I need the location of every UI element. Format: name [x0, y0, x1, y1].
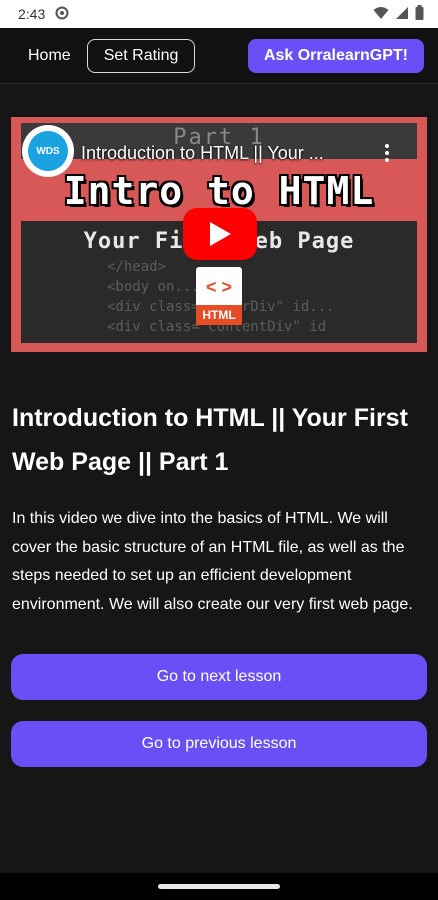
video-player[interactable]: Part 1 Intro to HTML </head> <body on...… [11, 117, 427, 352]
file-tag: HTML [196, 305, 242, 325]
signal-icon [395, 6, 409, 23]
video-overlay-title[interactable]: Introduction to HTML || Your ... [81, 143, 324, 164]
thumbnail-title: Intro to HTML [63, 169, 375, 213]
wifi-icon [373, 6, 389, 23]
battery-icon [415, 5, 424, 23]
html-file-icon: < > HTML [196, 267, 242, 325]
lesson-description: In this video we dive into the basics of… [12, 510, 413, 613]
next-lesson-button[interactable]: Go to next lesson [11, 654, 427, 700]
channel-logo-text: WDS [28, 131, 68, 171]
status-time: 2:43 [18, 6, 46, 22]
play-icon [210, 222, 231, 246]
nav-home-link[interactable]: Home [28, 47, 71, 65]
status-bar: 2:43 [0, 0, 438, 28]
channel-avatar[interactable]: WDS [22, 125, 74, 177]
system-nav-bar [0, 873, 438, 900]
home-indicator[interactable] [158, 884, 280, 889]
play-button[interactable] [183, 208, 257, 260]
app-header: Home Set Rating Ask OrralearnGPT! [0, 28, 438, 84]
notification-circle-icon [55, 6, 69, 23]
previous-lesson-button[interactable]: Go to previous lesson [11, 721, 427, 767]
lesson-title: Introduction to HTML || Your First Web P… [12, 404, 408, 476]
set-rating-button[interactable]: Set Rating [86, 38, 196, 73]
more-options-icon[interactable] [377, 143, 397, 163]
ask-gpt-button[interactable]: Ask OrralearnGPT! [247, 38, 424, 73]
file-brackets: < > [205, 277, 233, 297]
